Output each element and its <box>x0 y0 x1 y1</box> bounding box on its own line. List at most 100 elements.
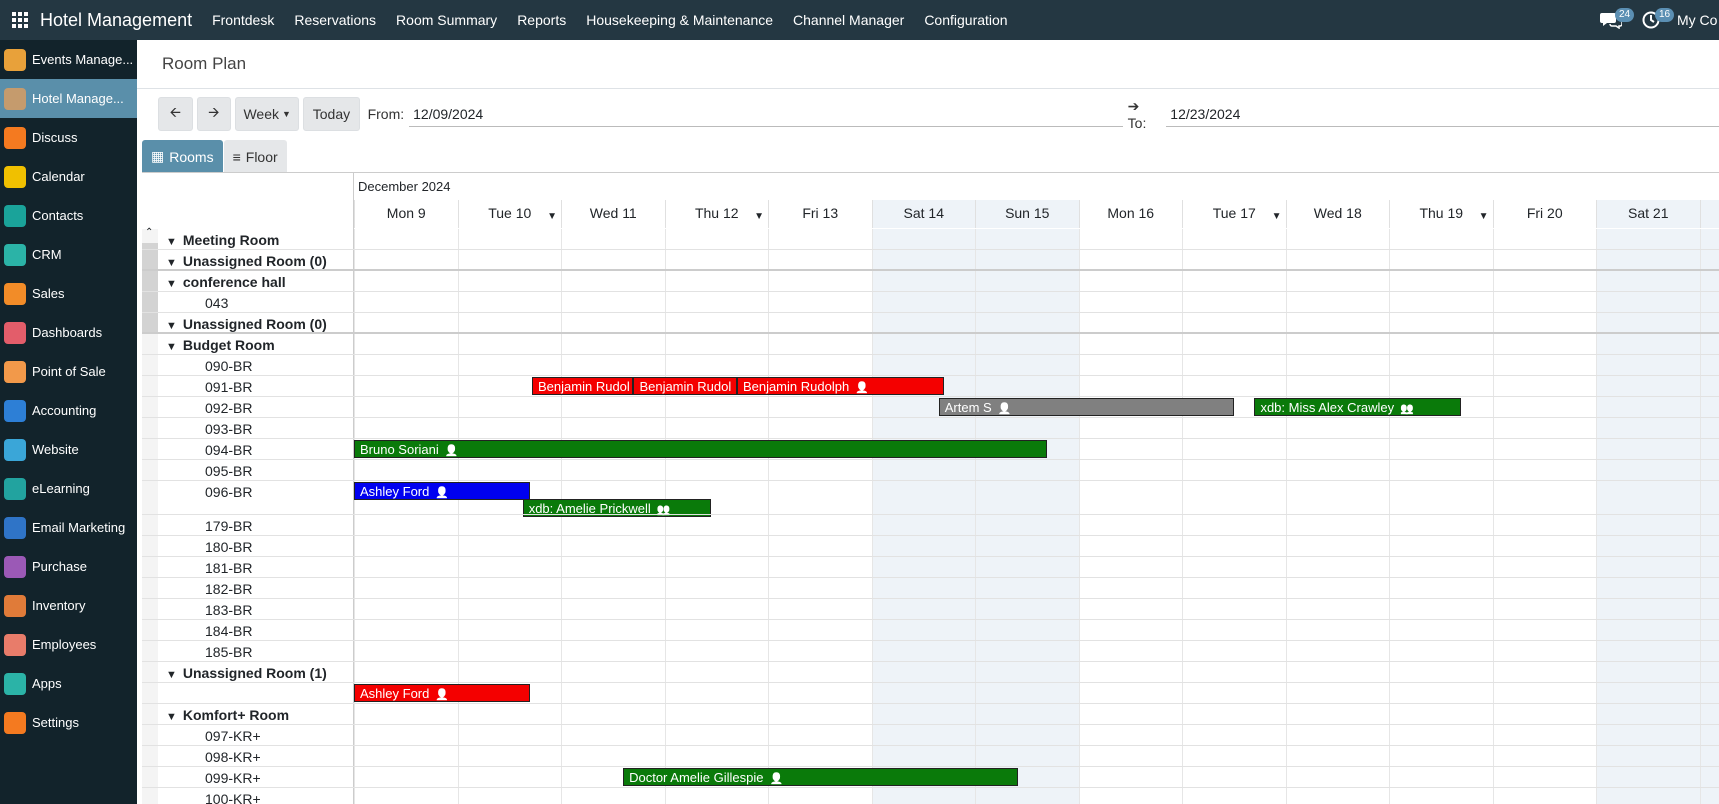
day-header-label: Fri 13 <box>802 205 839 221</box>
sidebar-item-hotel-manage[interactable]: Hotel Manage... <box>0 79 137 118</box>
group-row <box>142 662 1719 683</box>
layers-icon: ≡ <box>232 148 241 165</box>
messages-button[interactable]: 24 <box>1597 6 1635 34</box>
date-toolbar: 🡨 🡪 Week ▼ Today From: 12/09/2024 ➔ To: 1… <box>158 97 1719 131</box>
sidebar-item-settings[interactable]: Settings <box>0 703 137 742</box>
discuss-icon <box>4 126 26 149</box>
day-header: Wed 18 <box>1285 200 1390 228</box>
website-icon <box>4 438 26 461</box>
room-plan-view: Room Plan 🡨 🡪 Week ▼ Today From: 12/09/20… <box>137 40 1719 804</box>
company-switcher[interactable]: My Co <box>1677 12 1719 28</box>
to-date-input[interactable]: 12/23/2024 <box>1166 101 1719 127</box>
view-tabs: ▦ Rooms ≡ Floor <box>142 140 288 173</box>
sidebar-item-employees[interactable]: Employees <box>0 625 137 664</box>
sidebar-item-elearning[interactable]: eLearning <box>0 469 137 508</box>
sidebar-item-contacts[interactable]: Contacts <box>0 196 137 235</box>
day-header-label: Thu 19 <box>1419 205 1464 221</box>
room-row <box>142 788 1719 804</box>
app-grid-icon[interactable] <box>0 0 40 40</box>
sidebar-item-email-marketing[interactable]: Email Marketing <box>0 508 137 547</box>
day-header: Thu 19 ▼ <box>1389 200 1493 228</box>
purchase-icon <box>4 555 26 578</box>
day-header-label: Wed 11 <box>589 205 637 221</box>
prev-button[interactable]: 🡨 <box>158 97 193 131</box>
sidebar-item-label: Discuss <box>32 130 78 145</box>
tab-rooms[interactable]: ▦ Rooms <box>142 140 223 173</box>
group-row <box>142 229 1719 250</box>
day-header-label: Tue 10 <box>488 205 532 221</box>
menu-channel-manager[interactable]: Channel Manager <box>783 12 914 28</box>
sidebar-item-label: Calendar <box>32 169 85 184</box>
month-label: December 2024 <box>358 179 451 194</box>
sidebar-item-point-of-sale[interactable]: Point of Sale <box>0 352 137 391</box>
elearning-icon <box>4 477 26 500</box>
group-row <box>142 313 1719 334</box>
menu-reports[interactable]: Reports <box>507 12 576 28</box>
from-date-input[interactable]: 12/09/2024 <box>409 101 1123 127</box>
activities-button[interactable]: 16 <box>1637 6 1675 34</box>
sidebar-item-calendar[interactable]: Calendar <box>0 157 137 196</box>
sidebar-item-label: Settings <box>32 715 79 730</box>
room-row <box>142 376 1719 397</box>
room-row <box>142 557 1719 578</box>
sidebar-item-label: Inventory <box>32 598 86 613</box>
day-header: Fri 13 <box>768 200 872 228</box>
sidebar-item-sales[interactable]: Sales <box>0 274 137 313</box>
day-header: Sat 21 <box>1596 200 1700 228</box>
sidebar-item-label: Dashboards <box>32 325 103 340</box>
scale-dropdown[interactable]: Week ▼ <box>235 97 300 131</box>
menu-configuration[interactable]: Configuration <box>914 12 1017 28</box>
sidebar-item-events-manage[interactable]: Events Manage... <box>0 40 137 79</box>
events-icon <box>4 48 26 71</box>
sidebar-item-label: Email Marketing <box>32 520 126 535</box>
day-header-label: Sat 21 <box>1628 205 1669 221</box>
sidebar-item-label: Events Manage... <box>32 52 134 67</box>
today-button[interactable]: Today <box>303 97 360 131</box>
systray: 24 16 My Co <box>1597 0 1719 40</box>
menu-room-summary[interactable]: Room Summary <box>386 12 507 28</box>
apps-icon <box>4 672 26 695</box>
room-row <box>142 641 1719 662</box>
day-header-label: Tue 17 <box>1212 205 1256 221</box>
day-header-label: Sat 14 <box>903 205 944 221</box>
menu-frontdesk[interactable]: Frontdesk <box>202 12 284 28</box>
sidebar-item-discuss[interactable]: Discuss <box>0 118 137 157</box>
sidebar-item-website[interactable]: Website <box>0 430 137 469</box>
inventory-icon <box>4 594 26 617</box>
caret-down-icon: ▼ <box>282 109 291 119</box>
group-row <box>142 334 1719 355</box>
room-row <box>142 599 1719 620</box>
day-header-label: Wed 18 <box>1313 205 1362 221</box>
arrow-right-icon: 🡪 <box>208 104 220 120</box>
calendar-icon <box>4 165 26 188</box>
sidebar-item-apps[interactable]: Apps <box>0 664 137 703</box>
caret-down-icon[interactable]: ▼ <box>1479 204 1489 230</box>
next-button[interactable]: 🡪 <box>196 97 232 131</box>
sales-icon <box>4 282 26 305</box>
apps-sidebar: Events Manage... Hotel Manage... Discuss Ca… <box>0 40 137 804</box>
settings-icon <box>4 711 26 734</box>
room-row <box>142 397 1719 418</box>
tab-floor[interactable]: ≡ Floor <box>223 140 287 173</box>
sidebar-item-label: Accounting <box>32 403 97 418</box>
day-header-label: Mon 16 <box>1107 205 1155 221</box>
sidebar-item-label: eLearning <box>32 481 90 496</box>
menu-housekeeping-maintenance[interactable]: Housekeeping & Maintenance <box>576 12 783 28</box>
sidebar-item-dashboards[interactable]: Dashboards <box>0 313 137 352</box>
accounting-icon <box>4 399 26 422</box>
main-menu: Frontdesk Reservations Room Summary Reports… <box>202 12 1018 28</box>
app-brand[interactable]: Hotel Management <box>40 10 192 31</box>
caret-down-icon[interactable]: ▼ <box>547 204 557 230</box>
sidebar-item-purchase[interactable]: Purchase <box>0 547 137 586</box>
employees-icon <box>4 633 26 656</box>
sidebar-item-accounting[interactable]: Accounting <box>0 391 137 430</box>
menu-reservations[interactable]: Reservations <box>284 12 386 28</box>
sidebar-item-inventory[interactable]: Inventory <box>0 586 137 625</box>
day-header: Mon 16 <box>1078 200 1183 228</box>
caret-down-icon[interactable]: ▼ <box>1272 204 1282 230</box>
day-header: Fri 20 <box>1492 200 1597 228</box>
day-header-label: Mon 9 <box>386 205 426 221</box>
sidebar-item-crm[interactable]: CRM <box>0 235 137 274</box>
room-row <box>142 460 1719 481</box>
caret-down-icon[interactable]: ▼ <box>754 204 764 230</box>
